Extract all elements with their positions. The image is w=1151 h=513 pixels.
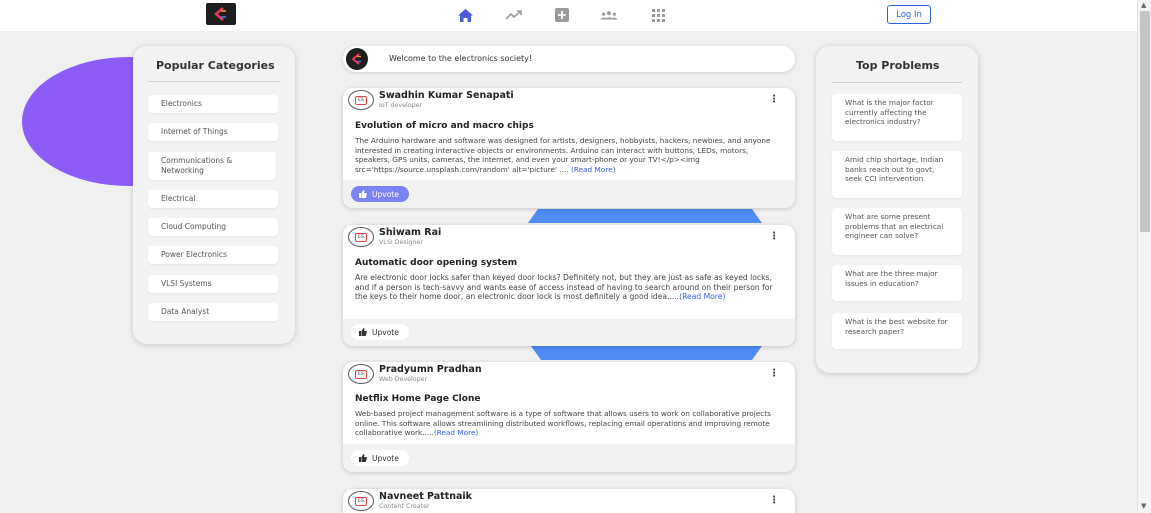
avatar[interactable]: ES [348,491,374,511]
post-body: The Arduino hardware and software was de… [355,136,785,174]
post-card: ES Shiwam Rai VLSI Designer ⋮ Automatic … [343,225,795,346]
grid-icon[interactable] [649,6,667,24]
top-navbar: Log In [0,0,1137,31]
scroll-down-icon[interactable]: ▼ [1141,502,1146,510]
upvote-label: Upvote [372,327,399,337]
divider [832,82,962,83]
problem-item[interactable]: Amid chip shortage, Indian banks reach o… [832,151,962,198]
post-title[interactable]: Netflix Home Page Clone [355,394,480,404]
post-body-text: The Arduino hardware and software was de… [355,136,771,174]
post-card: ES Navneet Pattnaik Content Creater ⋮ [343,489,795,513]
problem-item[interactable]: What is the major factor currently affec… [832,94,962,141]
more-options-icon[interactable]: ⋮ [769,94,779,105]
logo-icon [214,7,226,21]
more-options-icon[interactable]: ⋮ [769,495,779,506]
read-more-link[interactable]: (Read More) [434,428,478,437]
login-button[interactable]: Log In [887,5,931,24]
problems-title: Top Problems [856,59,940,72]
category-item-vlsi[interactable]: VLSI Systems [148,275,278,293]
avatar[interactable] [346,48,368,70]
read-more-link[interactable]: (Read More) [571,165,615,174]
home-icon[interactable] [456,6,474,24]
people-icon[interactable] [600,6,618,24]
upvote-label: Upvote [372,453,399,463]
problems-panel: Top Problems What is the major factor cu… [816,46,978,373]
thumbs-up-icon [359,454,367,462]
upvote-button[interactable]: Upvote [351,450,409,466]
problem-item[interactable]: What are the three major issues in educa… [832,265,962,301]
post-role: Content Creater [379,503,430,510]
post-role: VLSI Designer [379,239,423,246]
post-role: Web Developer [379,376,428,383]
post-author[interactable]: Swadhin Kumar Senapati [379,90,514,101]
category-item-electronics[interactable]: Electronics [148,95,278,113]
avatar[interactable]: ES [348,90,374,110]
post-body: Are electronic door locks safer than key… [355,273,785,302]
problem-item[interactable]: What are some present problems that an e… [832,208,962,255]
post-body-text: Web-based project management software is… [355,409,771,438]
divider [148,81,280,82]
categories-title: Popular Categories [156,59,275,72]
category-item-data-analyst[interactable]: Data Analyst [148,303,278,321]
welcome-text: Welcome to the electronics society! [389,54,533,63]
more-options-icon[interactable]: ⋮ [769,231,779,242]
logo-icon [351,53,361,65]
category-item-iot[interactable]: Internet of Things [148,123,278,141]
post-author[interactable]: Shiwam Rai [379,227,441,238]
post-footer: Upvote [343,180,795,208]
category-item-power[interactable]: Power Electronics [148,246,278,264]
post-title[interactable]: Evolution of micro and macro chips [355,121,534,131]
problem-item[interactable]: What is the best website for research pa… [832,313,962,349]
category-item-electrical[interactable]: Electrical [148,190,278,208]
decorative-wedge-top [528,209,762,223]
avatar[interactable]: ES [348,227,374,247]
avatar[interactable]: ES [348,364,374,384]
upvote-label: Upvote [372,189,399,199]
upvote-button[interactable]: Upvote [351,186,409,202]
post-author[interactable]: Navneet Pattnaik [379,491,472,502]
category-item-cloud[interactable]: Cloud Computing [148,218,278,236]
thumbs-up-icon [359,190,367,198]
post-card: ES Pradyumn Pradhan Web Developer ⋮ Netf… [343,362,795,472]
post-footer: Upvote [343,444,795,472]
trending-icon[interactable] [505,6,523,24]
post-author[interactable]: Pradyumn Pradhan [379,364,482,375]
post-body: Web-based project management software is… [355,409,785,438]
more-options-icon[interactable]: ⋮ [769,368,779,379]
post-title[interactable]: Automatic door opening system [355,258,517,268]
scroll-up-icon[interactable]: ▲ [1141,1,1146,9]
upvote-button[interactable]: Upvote [351,324,409,340]
categories-panel: Popular Categories Electronics Internet … [133,46,295,344]
decorative-wedge-bottom [531,346,762,360]
site-logo[interactable] [206,3,236,25]
welcome-banner: Welcome to the electronics society! [343,46,795,72]
category-item-communications[interactable]: Communications & Networking [148,152,276,180]
page-scrollbar[interactable]: ▲ ▼ [1137,0,1151,513]
thumbs-up-icon [359,328,367,336]
add-post-icon[interactable] [553,6,571,24]
post-card: ES Swadhin Kumar Senapati IoT developer … [343,88,795,208]
post-role: IoT developer [379,102,423,109]
scrollbar-thumb[interactable] [1140,11,1150,232]
read-more-link[interactable]: (Read More) [679,292,725,301]
post-footer: Upvote [343,319,795,346]
